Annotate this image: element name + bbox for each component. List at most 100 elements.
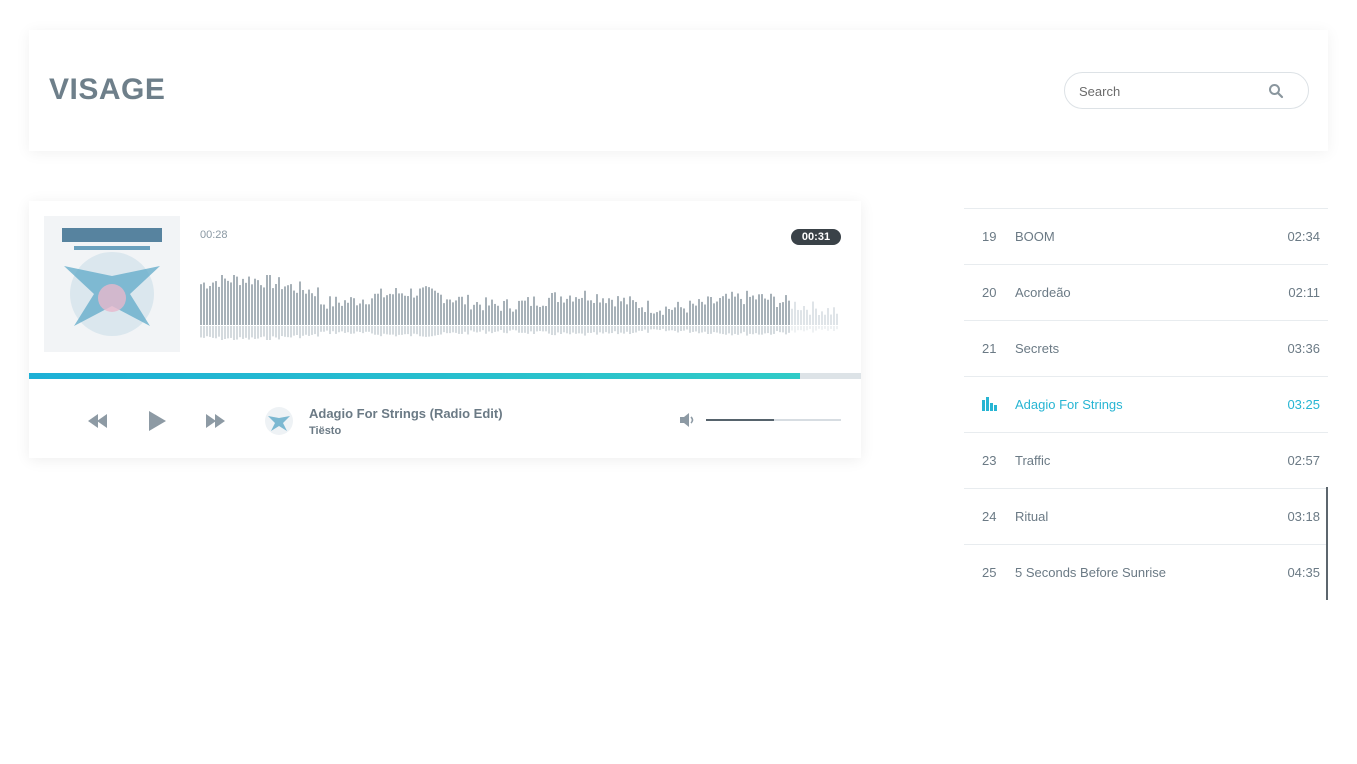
- search-icon[interactable]: [1268, 83, 1284, 99]
- site-logo[interactable]: VISAGE: [49, 73, 165, 107]
- waveform-reflection: [293, 326, 295, 336]
- play-button[interactable]: [142, 407, 170, 435]
- track-artist[interactable]: Tiësto: [309, 425, 341, 437]
- waveform-reflection: [203, 326, 205, 338]
- waveform-reflection: [590, 326, 592, 333]
- waveform-reflection: [398, 326, 400, 335]
- rewind-button[interactable]: [84, 407, 112, 435]
- waveform-bar: [767, 299, 769, 325]
- waveform-bar: [269, 275, 271, 325]
- waveform-reflection: [503, 326, 505, 333]
- waveform-reflection: [338, 326, 340, 333]
- playlist-row[interactable]: 25 5 Seconds Before Sunrise 04:35: [964, 544, 1328, 600]
- waveform-bar: [734, 296, 736, 325]
- waveform-bar: [245, 282, 247, 325]
- waveform-bar: [815, 308, 817, 325]
- fast-forward-button[interactable]: [201, 407, 229, 435]
- waveform-bar: [404, 295, 406, 325]
- waveform-reflection: [572, 326, 574, 333]
- waveform-reflection: [599, 326, 601, 333]
- waveform-reflection: [794, 326, 796, 333]
- waveform-bar: [287, 285, 289, 325]
- search-box[interactable]: [1064, 72, 1309, 109]
- playlist-scrollbar[interactable]: [1326, 487, 1328, 600]
- playlist-row-active[interactable]: Adagio For Strings 03:25: [964, 376, 1328, 432]
- waveform-reflection: [335, 326, 337, 334]
- playlist-row[interactable]: 19 BOOM 02:34: [964, 208, 1328, 264]
- waveform-reflection: [512, 326, 514, 330]
- playlist-row[interactable]: 23 Traffic 02:57: [964, 432, 1328, 488]
- playlist-row[interactable]: 24 Ritual 03:18: [964, 488, 1328, 544]
- waveform-bar: [383, 297, 385, 325]
- waveform-reflection: [245, 326, 247, 338]
- track-duration: 02:57: [1287, 453, 1320, 468]
- waveform-bar: [704, 304, 706, 325]
- site-header: VISAGE: [29, 30, 1328, 151]
- waveform-bar: [215, 281, 217, 325]
- waveform-bar: [479, 304, 481, 325]
- waveform-bar: [416, 295, 418, 325]
- waveform-bar: [701, 301, 703, 325]
- waveform-reflection: [713, 326, 715, 333]
- waveform-reflection: [584, 326, 586, 336]
- waveform-bar: [620, 301, 622, 325]
- waveform-reflection: [554, 326, 556, 336]
- waveform[interactable]: [200, 267, 841, 343]
- waveform-bar: [260, 285, 262, 325]
- waveform-reflection: [722, 326, 724, 335]
- volume-slider[interactable]: [706, 419, 841, 421]
- waveform-reflection: [746, 326, 748, 336]
- track-name: 5 Seconds Before Sunrise: [1015, 565, 1167, 580]
- search-input[interactable]: [1079, 81, 1259, 101]
- waveform-bar: [680, 307, 682, 325]
- waveform-bar: [659, 310, 661, 325]
- waveform-bar: [248, 276, 250, 325]
- playlist-row[interactable]: 20 Acordeão 02:11: [964, 264, 1328, 320]
- waveform-reflection: [731, 326, 733, 336]
- waveform-bar: [398, 293, 400, 325]
- waveform-bar: [602, 298, 604, 325]
- waveform-reflection: [824, 326, 826, 329]
- waveform-bar: [341, 305, 343, 325]
- waveform-reflection: [662, 326, 664, 329]
- current-time: 00:28: [200, 229, 228, 241]
- waveform-reflection: [686, 326, 688, 330]
- waveform-bar: [293, 290, 295, 325]
- waveform-reflection: [266, 326, 268, 340]
- waveform-reflection: [422, 326, 424, 337]
- waveform-bar: [353, 298, 355, 325]
- waveform-reflection: [749, 326, 751, 334]
- waveform-reflection: [659, 326, 661, 331]
- waveform-bar: [572, 301, 574, 325]
- waveform-reflection: [563, 326, 565, 333]
- total-time-badge: 00:31: [791, 229, 841, 245]
- waveform-reflection: [497, 326, 499, 332]
- waveform-reflection: [389, 326, 391, 335]
- waveform-reflection: [455, 326, 457, 333]
- waveform-bar: [692, 303, 694, 325]
- waveform-reflection: [251, 326, 253, 338]
- waveform-reflection: [506, 326, 508, 334]
- waveform-reflection: [779, 326, 781, 333]
- waveform-bar: [434, 290, 436, 325]
- playlist: 19 BOOM 02:34 20 Acordeão 02:11 21 Secre…: [964, 208, 1328, 601]
- waveform-bar: [224, 278, 226, 325]
- waveform-reflection: [761, 326, 763, 335]
- track-number: 25: [982, 565, 997, 580]
- waveform-reflection: [767, 326, 769, 334]
- waveform-reflection: [734, 326, 736, 334]
- waveform-bar: [674, 307, 676, 325]
- waveform-reflection: [311, 326, 313, 335]
- waveform-bar: [800, 310, 802, 325]
- waveform-bar: [656, 312, 658, 325]
- waveform-reflection: [248, 326, 250, 340]
- waveform-reflection: [407, 326, 409, 335]
- waveform-reflection: [725, 326, 727, 335]
- playlist-row[interactable]: 21 Secrets 03:36: [964, 320, 1328, 376]
- progress-bar[interactable]: [29, 373, 861, 379]
- track-name: Acordeão: [1015, 285, 1071, 300]
- waveform-bar: [242, 278, 244, 325]
- waveform-bar: [491, 299, 493, 325]
- waveform-reflection: [653, 326, 655, 330]
- volume-icon[interactable]: [679, 412, 697, 428]
